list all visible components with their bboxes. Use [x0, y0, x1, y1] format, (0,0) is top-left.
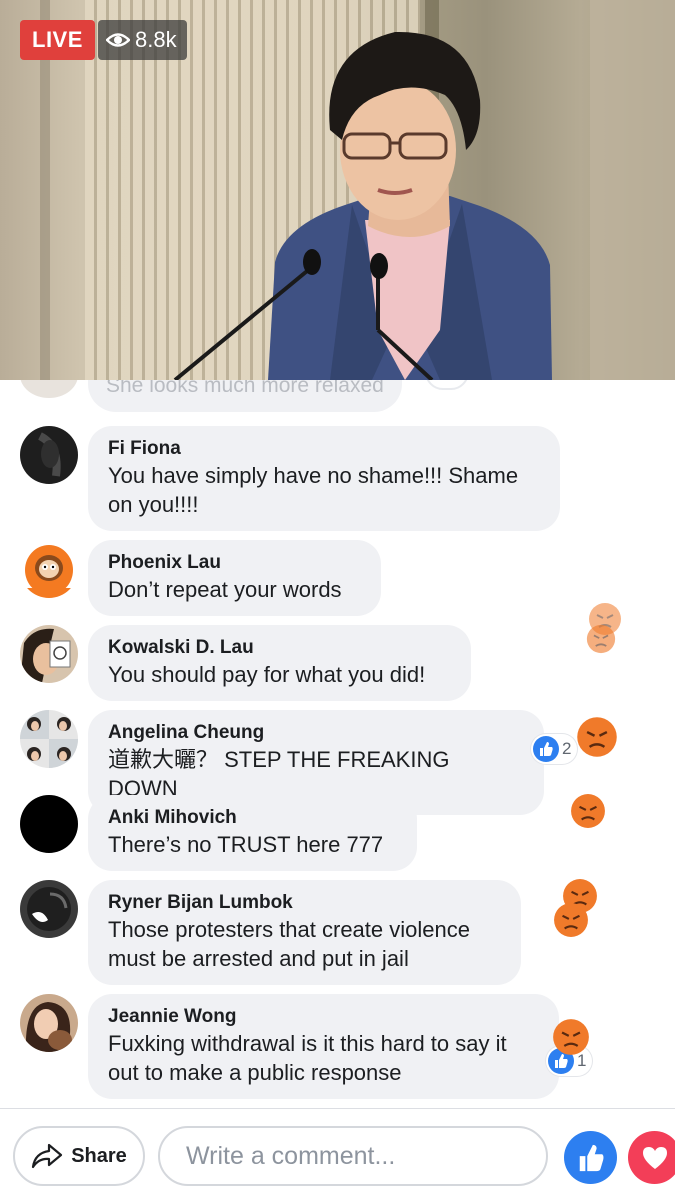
comment-text: There’s no TRUST here 777 — [108, 832, 384, 857]
avatar-image — [20, 625, 78, 683]
commenter-name[interactable]: Anki Mihovich — [108, 806, 397, 830]
commenter-name[interactable]: Kowalski D. Lau — [108, 636, 451, 660]
viewer-count-badge: 8.8k — [98, 20, 187, 60]
avatar-image — [20, 880, 78, 938]
comment-text: Don’t repeat your words — [108, 577, 342, 602]
heart-icon — [642, 1146, 667, 1169]
avatar[interactable] — [20, 625, 78, 683]
commenter-name[interactable]: Fi Fiona — [108, 437, 540, 461]
comment-item: Angelina Cheung 道歉大曬？ STEP THE FREAKING … — [0, 710, 675, 815]
avatar[interactable] — [20, 994, 78, 1052]
comment-partial: She looks much more relaxed — [0, 380, 675, 412]
like-count-badge — [425, 380, 469, 390]
comment-text: out to make a public response — [108, 1060, 402, 1085]
angry-reaction-icon — [586, 624, 616, 654]
angry-reaction-icon — [571, 794, 605, 828]
comment-bubble[interactable]: Kowalski D. Lau You should pay for what … — [88, 625, 471, 701]
comment-bubble[interactable]: Fi Fiona You have simply have no shame!!… — [88, 426, 560, 531]
avatar[interactable] — [20, 540, 78, 598]
avatar-image — [20, 540, 78, 598]
comment-text: She looks much more relaxed — [106, 380, 384, 397]
bottom-bar: Share — [0, 1108, 675, 1200]
avatar[interactable] — [20, 795, 78, 853]
commenter-name[interactable]: Phoenix Lau — [108, 551, 361, 575]
comment-text: Those protesters that create violence — [108, 917, 470, 942]
love-reaction-button[interactable] — [628, 1131, 675, 1184]
avatar — [20, 380, 78, 398]
comment-list[interactable]: She looks much more relaxed Fi Fiona You… — [0, 380, 675, 1108]
eye-icon — [106, 33, 130, 47]
live-video[interactable]: LIVE 8.8k — [0, 0, 675, 380]
commenter-name[interactable]: Angelina Cheung — [108, 721, 524, 745]
comment-text: Fuxking withdrawal is it this hard to sa… — [108, 1031, 507, 1056]
angry-reaction-icon — [577, 717, 617, 757]
avatar-image — [20, 710, 78, 768]
like-count-badge[interactable]: 2 — [531, 734, 578, 764]
comment-bubble: She looks much more relaxed — [88, 380, 402, 412]
live-badge: LIVE — [20, 20, 95, 60]
angry-reaction-icon — [554, 903, 588, 937]
comment-bubble[interactable]: Jeannie Wong Fuxking withdrawal is it th… — [88, 994, 559, 1099]
avatar-image — [20, 994, 78, 1052]
avatar[interactable] — [20, 710, 78, 768]
comment-bubble[interactable]: Ryner Bijan Lumbok Those protesters that… — [88, 880, 521, 985]
avatar[interactable] — [20, 880, 78, 938]
comment-bubble[interactable]: Anki Mihovich There’s no TRUST here 777 — [88, 795, 417, 871]
comment-text: You have simply have no shame!!! Shame — [108, 463, 519, 488]
viewer-count: 8.8k — [135, 27, 177, 52]
avatar[interactable] — [20, 426, 78, 484]
angry-reaction-icon — [553, 1019, 589, 1055]
thumbs-up-icon — [579, 1144, 603, 1171]
share-arrow-icon — [32, 1143, 63, 1169]
comment-item: Fi Fiona You have simply have no shame!!… — [0, 426, 675, 531]
comment-item: Kowalski D. Lau You should pay for what … — [0, 625, 675, 701]
share-button[interactable]: Share — [13, 1126, 145, 1186]
like-count: 2 — [562, 739, 572, 758]
like-reaction-button[interactable] — [564, 1131, 617, 1184]
comment-text: You should pay for what you did! — [108, 662, 426, 687]
comment-input[interactable] — [158, 1126, 548, 1186]
comment-text: must be arrested and put in jail — [108, 946, 409, 971]
commenter-name[interactable]: Jeannie Wong — [108, 1005, 539, 1029]
share-label: Share — [71, 1144, 127, 1167]
thumbs-up-icon — [533, 736, 559, 762]
commenter-name[interactable]: Ryner Bijan Lumbok — [108, 891, 501, 915]
comment-item: Phoenix Lau Don’t repeat your words — [0, 540, 675, 616]
avatar-image — [20, 426, 78, 484]
comment-text: on you!!!! — [108, 492, 199, 517]
comment-bubble[interactable]: Phoenix Lau Don’t repeat your words — [88, 540, 381, 616]
